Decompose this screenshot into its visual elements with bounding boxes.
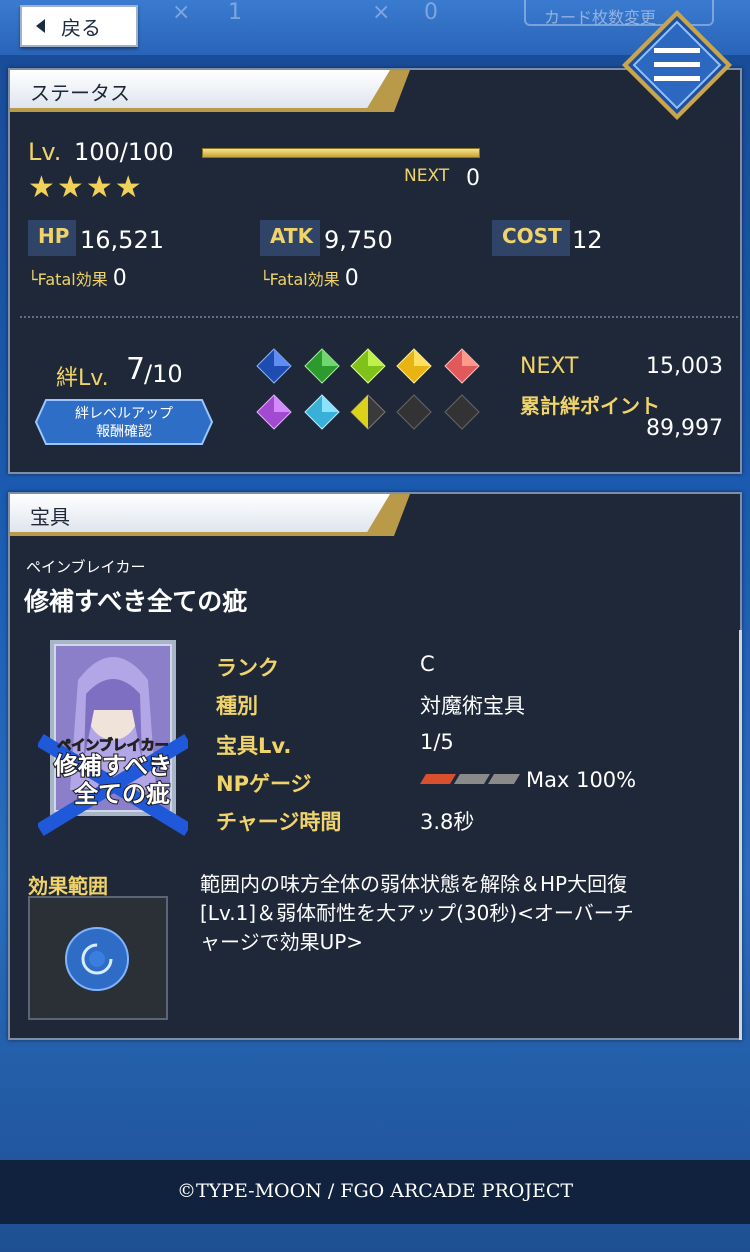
bond-next-label: NEXT	[520, 354, 579, 379]
np-gauge-value: Max 100%	[526, 768, 637, 792]
np-title: 宝具	[10, 494, 390, 532]
np-description: 範囲内の味方全体の弱体状態を解除＆HP大回復 [Lv.1]＆弱体耐性を大アップ(…	[200, 870, 730, 957]
star-icon: ★	[56, 170, 86, 205]
atk-badge: ATK	[260, 220, 320, 256]
np-gauge-bar	[420, 774, 520, 784]
cost-badge: COST	[492, 220, 570, 256]
np-level-label: 宝具Lv.	[216, 734, 292, 758]
back-label: 戻る	[61, 15, 101, 40]
charge-value: 3.8秒	[420, 810, 475, 834]
bond-gem-icon	[350, 348, 386, 384]
np-description-line2: [Lv.1]＆弱体耐性を大アップ(30秒)<オーバーチ	[200, 901, 634, 925]
np-level-value: 1/5	[420, 730, 454, 754]
cost-value: 12	[572, 226, 603, 254]
bond-gem-icon	[256, 394, 292, 430]
star-icon: ★	[114, 170, 144, 205]
scrollbar[interactable]	[739, 630, 742, 1040]
card-line2: 全ての疵	[73, 780, 170, 808]
bond-gem-empty-icon	[444, 394, 480, 430]
divider	[20, 316, 738, 318]
card-line1: 修補すべき	[53, 752, 172, 780]
menu-button[interactable]	[620, 8, 734, 122]
level-label: Lv.	[28, 138, 62, 166]
hp-value: 16,521	[80, 226, 164, 254]
np-description-line3: ャージで効果UP>	[200, 930, 364, 954]
bond-gem-icon	[304, 348, 340, 384]
bond-button-line1: 絆レベルアップ	[75, 406, 173, 422]
x-mark: ×	[172, 0, 191, 25]
rarity-stars: ★★★★	[28, 170, 144, 205]
count-1: 1	[228, 0, 242, 25]
fatal-atk: └Fatal効果 0	[260, 266, 359, 291]
bond-next-value: 15,003	[646, 354, 723, 379]
status-title: ステータス	[10, 70, 390, 108]
type-label: 種別	[216, 694, 258, 718]
fatal-label: └Fatal効果	[28, 270, 108, 289]
fatal-hp: └Fatal効果 0	[28, 266, 127, 291]
count-2: 0	[424, 0, 438, 25]
level-value: 100/100	[74, 138, 174, 166]
fatal-atk-value: 0	[344, 266, 359, 291]
rank-label: ランク	[216, 656, 279, 680]
status-panel: ステータス Lv. 100/100 NEXT 0 ★★★★ HP 16,521 …	[8, 68, 742, 474]
np-gauge-label: NPゲージ	[216, 772, 312, 796]
np-card-image: ペインブレイカー 修補すべき 全ての疵	[38, 640, 188, 836]
hamburger-icon	[654, 48, 700, 81]
atk-value: 9,750	[324, 226, 393, 254]
bond-gem-icon	[256, 348, 292, 384]
copyright-footer: ©TYPE-MOON / FGO ARCADE PROJECT	[0, 1160, 750, 1224]
range-preview	[28, 896, 168, 1020]
charge-label: チャージ時間	[216, 810, 342, 834]
np-name: 修補すべき全ての疵	[24, 587, 248, 616]
bond-level: 7	[126, 352, 146, 387]
x-mark: ×	[372, 0, 391, 25]
rank-value: C	[420, 652, 435, 676]
bond-label: 絆Lv.	[56, 366, 109, 391]
range-label: 効果範囲	[28, 874, 108, 898]
star-icon: ★	[85, 170, 115, 205]
fatal-hp-value: 0	[112, 266, 127, 291]
bond-max: /10	[144, 360, 183, 388]
bond-total-label: 累計絆ポイント	[520, 394, 660, 418]
np-description-line1: 範囲内の味方全体の弱体状態を解除＆HP大回復	[200, 872, 628, 896]
next-value: 0	[466, 166, 480, 191]
star-icon: ★	[28, 170, 57, 205]
bond-button-line2: 報酬確認	[96, 424, 152, 440]
bond-gem-icon	[396, 348, 432, 384]
back-button[interactable]: 戻る	[20, 5, 138, 47]
hp-badge: HP	[28, 220, 76, 256]
bond-gem-icon	[304, 394, 340, 430]
bond-gem-empty-icon	[396, 394, 432, 430]
bond-gem-half-icon	[350, 394, 386, 430]
noble-phantasm-panel: 宝具 ペインブレイカー 修補すべき全ての疵 ペインブレイカー 修補すべき 全ての…	[8, 492, 742, 1040]
bond-total-value: 89,997	[646, 416, 723, 441]
level-bar	[202, 148, 480, 158]
type-value: 対魔術宝具	[420, 694, 525, 718]
bond-gem-icon	[444, 348, 480, 384]
np-ruby: ペインブレイカー	[26, 558, 146, 576]
target-circle-icon	[65, 927, 129, 991]
bond-reward-button[interactable]: 絆レベルアップ 報酬確認	[34, 398, 214, 446]
next-label: NEXT	[404, 166, 450, 186]
chevron-left-icon	[36, 19, 45, 33]
fatal-label: └Fatal効果	[260, 270, 340, 289]
